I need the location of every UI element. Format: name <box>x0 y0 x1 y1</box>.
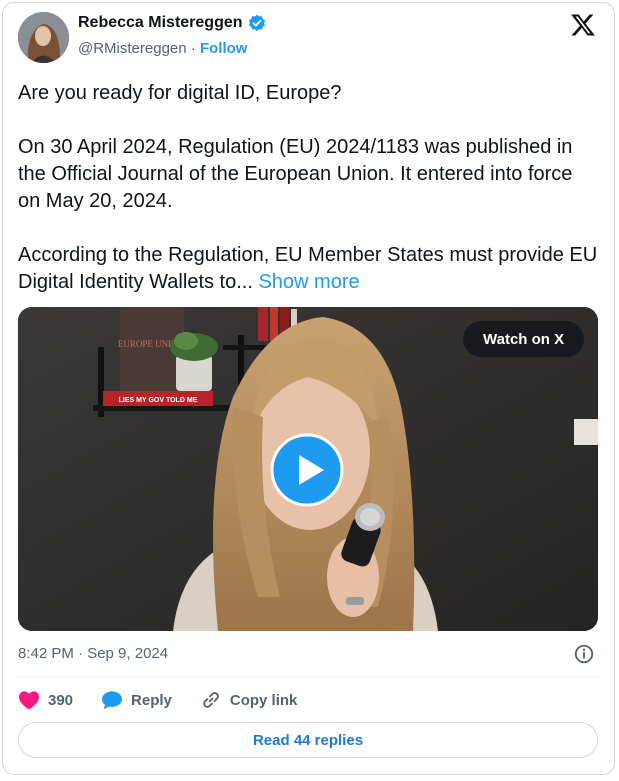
reply-bubble-icon <box>102 691 123 710</box>
read-replies-button[interactable]: Read 44 replies <box>18 722 598 758</box>
author-handle[interactable]: @RMistereggen <box>78 40 187 57</box>
info-icon[interactable] <box>573 643 595 665</box>
tweet-paragraph: According to the Regulation, EU Member S… <box>18 242 598 296</box>
copy-link-label: Copy link <box>229 691 298 709</box>
author-name[interactable]: Rebecca Mistereggen <box>78 14 243 32</box>
tweet-text: Are you ready for digital ID, Europe? On… <box>18 80 598 296</box>
book-spine-text: LIES MY GOV TOLD ME <box>119 397 198 404</box>
show-more-link[interactable]: Show more <box>258 271 359 293</box>
handle-row: @RMistereggen · Follow <box>78 40 247 57</box>
copy-link-button[interactable]: Copy link <box>200 689 298 711</box>
link-icon <box>203 692 219 708</box>
follow-button[interactable]: Follow <box>200 40 248 57</box>
x-logo-icon[interactable] <box>570 12 596 38</box>
author-name-row: Rebecca Mistereggen <box>78 14 266 32</box>
tweet-paragraph: Are you ready for digital ID, Europe? <box>18 82 342 104</box>
handle-separator: · <box>186 40 200 57</box>
verified-badge-icon <box>248 14 265 32</box>
tweet-paragraph: On 30 April 2024, Regulation (EU) 2024/1… <box>18 136 573 212</box>
like-button[interactable]: 390 <box>18 690 73 710</box>
tweet-timestamp[interactable]: 8:42 PM · Sep 9, 2024 <box>18 645 168 662</box>
avatar[interactable] <box>18 12 69 63</box>
heart-icon <box>19 691 39 710</box>
action-bar: 390 Reply Copy link <box>18 688 297 712</box>
watch-on-x-button[interactable]: Watch on X <box>463 321 585 357</box>
like-count: 390 <box>48 691 74 709</box>
play-icon[interactable] <box>270 433 344 507</box>
video-player[interactable]: EUROPE UNDER LIES MY GOV TOLD ME Watch o… <box>18 307 598 631</box>
reply-label: Reply <box>131 691 172 709</box>
divider <box>18 676 598 677</box>
reply-button[interactable]: Reply <box>101 690 172 710</box>
